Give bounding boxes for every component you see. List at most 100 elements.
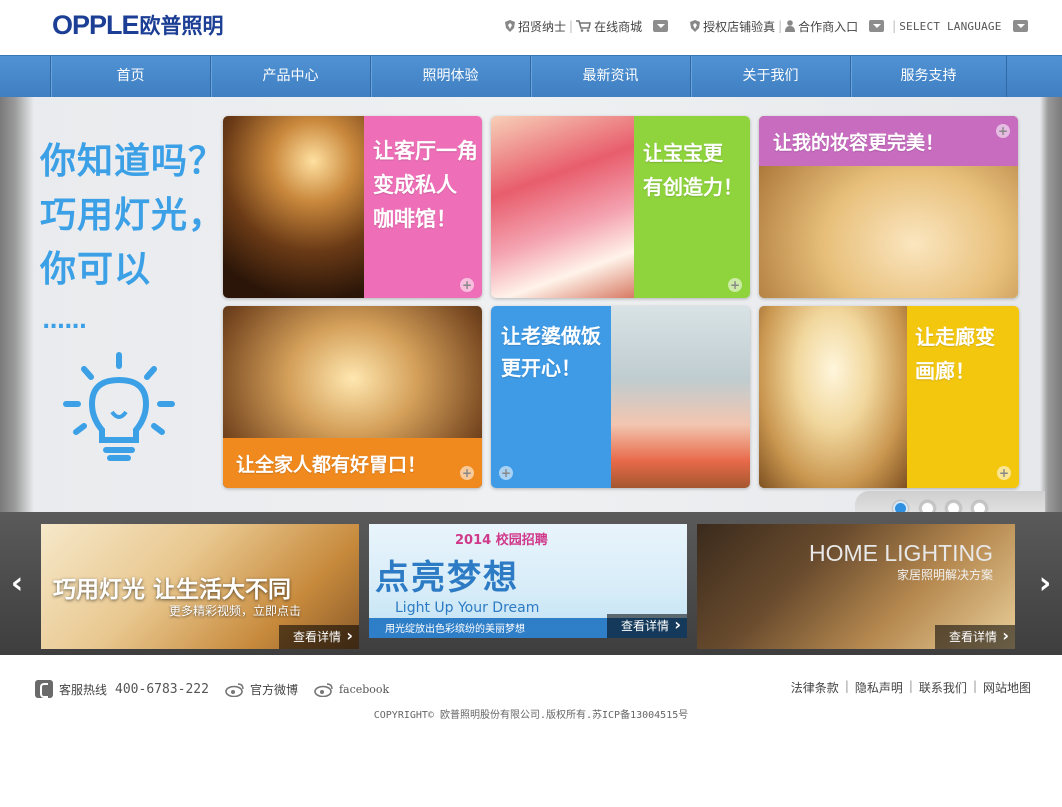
footer-link-privacy[interactable]: 隐私声明 — [855, 679, 903, 696]
banner-headline: 你知道吗？ 巧用灯光， 你可以 — [40, 135, 225, 297]
chevron-left-icon[interactable]: ‹ — [0, 512, 34, 655]
plus-icon[interactable]: + — [460, 466, 474, 480]
divider: | — [569, 19, 574, 33]
link-partner[interactable]: 合作商入口 — [785, 18, 885, 35]
footer-link-sitemap[interactable]: 网站地图 — [983, 679, 1031, 696]
tile-dining[interactable]: 让全家人都有好胃口！ + — [223, 306, 482, 488]
lightbulb-icon — [63, 352, 175, 461]
divider: | — [908, 679, 913, 693]
link-careers[interactable]: 招贤纳士 — [505, 18, 566, 35]
hotline-number: 400-6783-222 — [115, 681, 209, 697]
link-partner-label: 合作商入口 — [798, 19, 859, 34]
link-shop-label: 在线商城 — [594, 19, 643, 34]
link-shop[interactable]: 在线商城 — [576, 18, 669, 35]
footer-links: 法律条款 | 隐私声明 | 联系我们 | 网站地图 — [791, 679, 1031, 696]
plus-icon[interactable]: + — [460, 278, 474, 292]
feature-subtitle: 更多精彩视频，立即点击 — [169, 604, 302, 618]
footer-link-contact[interactable]: 联系我们 — [919, 679, 967, 696]
headline-line: 你知道吗？ — [40, 141, 226, 182]
footer-link-legal[interactable]: 法律条款 — [791, 679, 839, 696]
feature-strip: ‹ › 巧用灯光 让生活大不同 更多精彩视频，立即点击 查看详情 2014 校园… — [0, 512, 1062, 655]
tile-corridor[interactable]: 让走廊变 画廊！ + — [759, 306, 1019, 488]
tile-photo — [223, 116, 364, 298]
tile-text: 让我的妆容更完美！ — [773, 132, 945, 154]
tile-makeup[interactable]: 让我的妆容更完美！ + — [759, 116, 1018, 298]
language-select[interactable]: SELECT LANGUAGE — [899, 19, 1028, 33]
tile-text: 咖啡馆！ — [373, 207, 457, 231]
nav-support[interactable]: 服务支持 — [850, 56, 1007, 97]
nav-products[interactable]: 产品中心 — [210, 56, 370, 97]
hotline-label: 客服热线 — [59, 682, 108, 697]
copyright: COPYRIGHT© 欧普照明股份有限公司.版权所有.苏ICP备13004515… — [373, 710, 689, 721]
recruit-badge: 2014 校园招聘 — [455, 533, 548, 548]
feature-video[interactable]: 巧用灯光 让生活大不同 更多精彩视频，立即点击 查看详情 — [41, 524, 359, 649]
opple-logo[interactable]: OPPLE 欧普照明 — [52, 9, 224, 40]
tile-kids-room[interactable]: 让宝宝更 有创造力！ + — [491, 116, 750, 298]
tile-text: 让全家人都有好胃口！ — [236, 454, 427, 476]
headline-line: 你可以 — [40, 249, 152, 290]
tile-photo — [759, 306, 907, 488]
view-details-link[interactable]: 查看详情 — [934, 624, 1015, 649]
link-careers-label: 招贤纳士 — [518, 19, 567, 34]
recruit-subtitle: Light Up Your Dream — [395, 600, 540, 616]
plus-icon[interactable]: + — [499, 466, 513, 480]
tile-text: 让客厅一角 — [373, 139, 478, 163]
link-verify-store[interactable]: 授权店铺验真 — [690, 18, 775, 35]
headline-line: 巧用灯光， — [40, 195, 226, 236]
recruit-title: 点亮梦想 — [375, 558, 519, 598]
tile-text: 让走廊变 — [915, 325, 995, 349]
nav-about[interactable]: 关于我们 — [690, 56, 850, 97]
tile-text: 更开心！ — [501, 356, 581, 380]
tile-text: 画廊！ — [915, 359, 975, 383]
nav-lighting-experience[interactable]: 照明体验 — [370, 56, 530, 97]
facebook-link[interactable]: facebook — [339, 683, 389, 696]
link-verify-label: 授权店铺验真 — [703, 19, 776, 34]
chevron-right-icon[interactable]: › — [1028, 512, 1062, 655]
home-subtitle: 家居照明解决方案 — [896, 568, 993, 582]
shop-dropdown-icon[interactable] — [653, 20, 669, 32]
divider: | — [972, 679, 977, 693]
tile-photo — [491, 116, 634, 298]
tile-text: 变成私人 — [373, 173, 457, 197]
feature-home-lighting[interactable]: HOME LIGHTING 家居照明解决方案 查看详情 — [697, 524, 1015, 649]
language-dropdown-icon[interactable] — [1012, 20, 1028, 32]
weibo-icon[interactable] — [225, 682, 245, 697]
top-links: 招贤纳士 | 在线商城 授权店铺验真 | 合作商入口 | SELECT LANG… — [505, 16, 1028, 36]
tile-kitchen[interactable]: 让老婆做饭 更开心！ + — [491, 306, 750, 488]
feature-title: 巧用灯光 让生活大不同 — [53, 577, 292, 603]
tile-text: 有创造力！ — [643, 175, 743, 199]
divider: | — [844, 679, 849, 693]
main-nav: 首页 产品中心 照明体验 最新资讯 关于我们 服务支持 — [0, 55, 1062, 97]
logo-en: OPPLE — [52, 9, 140, 40]
tile-living-room[interactable]: 让客厅一角 变成私人 咖啡馆！ + — [223, 116, 482, 298]
nav-news[interactable]: 最新资讯 — [530, 56, 690, 97]
shield-icon — [690, 20, 701, 32]
plus-icon[interactable]: + — [728, 278, 742, 292]
feature-recruitment[interactable]: 2014 校园招聘 点亮梦想 Light Up Your Dream 用光绽放出… — [369, 524, 687, 638]
view-details-link[interactable]: 查看详情 — [606, 613, 687, 638]
cart-icon — [576, 20, 592, 32]
tile-text: 让宝宝更 — [643, 141, 723, 165]
plus-icon[interactable]: + — [996, 124, 1010, 138]
tile-text: 让老婆做饭 — [501, 324, 601, 348]
view-details-link[interactable]: 查看详情 — [278, 624, 359, 649]
weibo-link[interactable]: 官方微博 — [250, 681, 298, 698]
headline-ellipsis: ...... — [42, 309, 87, 334]
weibo-icon[interactable] — [314, 682, 334, 697]
divider: | — [892, 19, 897, 33]
site-footer: 客服热线 400-6783-222 官方微博 facebook 法律条款 | 隐… — [0, 655, 1062, 807]
user-icon — [785, 20, 796, 32]
recruit-caption: 用光绽放出色彩缤纷的美丽梦想 — [385, 624, 525, 635]
home-title: HOME LIGHTING — [808, 540, 993, 566]
hero-banner: 你知道吗？ 巧用灯光， 你可以 ...... 让客厅一角 变成私人 咖啡馆！ + — [0, 97, 1062, 525]
language-label: SELECT LANGUAGE — [899, 19, 1002, 33]
nav-home[interactable]: 首页 — [50, 56, 210, 97]
logo-cn: 欧普照明 — [139, 14, 224, 38]
site-header: OPPLE 欧普照明 招贤纳士 | 在线商城 授权店铺验真 | 合作商入口 | … — [0, 0, 1062, 55]
partner-dropdown-icon[interactable] — [869, 20, 885, 32]
divider: | — [778, 19, 783, 33]
phone-icon — [35, 680, 53, 698]
tile-photo — [611, 306, 750, 488]
plus-icon[interactable]: + — [997, 466, 1011, 480]
shield-icon — [505, 20, 515, 32]
